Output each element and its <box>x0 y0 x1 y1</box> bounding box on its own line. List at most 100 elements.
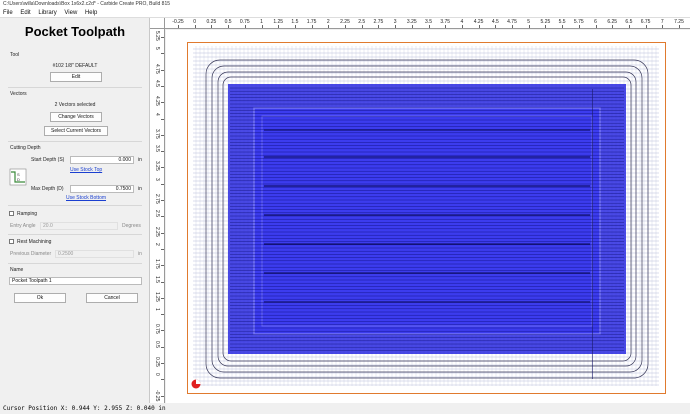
previous-diameter-unit: in <box>138 251 142 257</box>
entry-angle-label: Entry Angle <box>10 223 36 229</box>
ok-button[interactable]: Ok <box>14 293 66 303</box>
max-depth-label: Max Depth (D) <box>31 186 64 192</box>
origin-icon <box>191 379 201 390</box>
v-ruler-label: 5 <box>154 47 160 51</box>
toolpath-panel: Pocket Toolpath Tool #102 1/8" DEFAULT E… <box>0 18 150 403</box>
divider <box>8 234 142 235</box>
v-ruler-label: 1.5 <box>154 275 160 283</box>
menu-file[interactable]: File <box>0 9 16 18</box>
h-ruler-tick <box>495 25 497 28</box>
vectors-section-label: Vectors <box>10 91 27 97</box>
v-ruler-tick <box>161 118 164 120</box>
previous-diameter-input[interactable]: 0.2500 <box>55 250 134 258</box>
h-ruler-tick <box>562 25 564 28</box>
menu-help[interactable]: Help <box>82 9 100 18</box>
divider <box>8 205 142 206</box>
h-ruler-tick <box>545 25 547 28</box>
v-ruler-tick <box>161 281 164 283</box>
window-title: C:\Users\willa\Downloads\Box 1x6x2.c2d* … <box>0 0 690 9</box>
change-vectors-button[interactable]: Change Vectors <box>50 112 102 122</box>
h-ruler-tick <box>378 25 380 28</box>
h-ruler-tick <box>345 25 346 28</box>
v-ruler-tick <box>161 314 164 316</box>
h-ruler-tick <box>411 25 413 28</box>
menu-bar: File Edit Library View Help <box>0 9 690 18</box>
horizontal-ruler: -0.25 0 0.25 0.5 0.75 1 1.25 1.5 1.75 2 2.25 2.5 2.7… <box>165 18 690 29</box>
v-ruler-label: 3.5 <box>154 145 160 153</box>
ramping-label: Ramping <box>17 211 38 217</box>
v-ruler-tick <box>161 85 164 87</box>
h-ruler-tick <box>261 25 263 28</box>
ramping-checkbox[interactable] <box>9 211 14 216</box>
v-ruler-tick <box>161 200 164 201</box>
v-ruler-label: 1.75 <box>154 259 160 269</box>
start-depth-input[interactable]: 0.000 <box>70 156 134 164</box>
select-current-vectors-button[interactable]: Select Current Vectors <box>44 126 108 136</box>
menu-edit[interactable]: Edit <box>17 9 33 18</box>
divider <box>8 263 142 264</box>
menu-view[interactable]: View <box>61 9 80 18</box>
depth-diagram-icon: S D <box>9 168 27 186</box>
divider <box>8 87 142 88</box>
v-ruler-label: 1.25 <box>154 291 160 302</box>
h-ruler-tick <box>395 25 397 28</box>
entry-angle-unit: Degrees <box>122 223 141 229</box>
h-ruler-tick <box>211 25 213 28</box>
cancel-button[interactable]: Cancel <box>86 293 138 303</box>
v-ruler-tick <box>161 395 164 397</box>
depth-section-label: Cutting Depth <box>10 145 41 151</box>
v-ruler-tick <box>161 363 164 364</box>
h-ruler-tick <box>244 25 246 28</box>
status-bar: Cursor Position X: 0.944 Y: 2.955 Z: 0.0… <box>0 403 690 414</box>
h-ruler-tick <box>528 25 530 28</box>
v-ruler-label: 0.25 <box>154 357 160 367</box>
h-ruler-tick <box>445 25 447 28</box>
v-ruler-label: 1 <box>154 308 160 311</box>
h-ruler-tick <box>595 25 597 28</box>
v-ruler-label: 2.5 <box>154 210 160 218</box>
h-ruler-tick <box>645 25 647 28</box>
design-canvas[interactable] <box>166 30 690 403</box>
svg-text:D: D <box>17 177 20 182</box>
v-ruler-tick <box>161 216 164 218</box>
h-ruler-tick <box>278 25 280 28</box>
menu-library[interactable]: Library <box>35 9 59 18</box>
edit-tool-button[interactable]: Edit <box>50 72 102 82</box>
v-ruler-tick <box>161 330 164 332</box>
ruler-corner <box>150 18 165 29</box>
entry-angle-input[interactable]: 20.0 <box>40 222 118 230</box>
v-ruler-tick <box>161 379 164 381</box>
v-ruler-label: 2.25 <box>154 226 160 237</box>
toolpath-name-input[interactable]: Pocket Toolpath 1 <box>9 277 142 285</box>
v-ruler-label: 4.25 <box>154 96 160 106</box>
v-ruler-tick <box>161 232 164 234</box>
v-ruler-label: 3.25 <box>154 161 160 172</box>
v-ruler-label: 4.5 <box>154 79 160 87</box>
max-depth-input[interactable]: 0.7500 <box>70 185 134 193</box>
start-depth-unit: in <box>138 157 142 163</box>
v-ruler-tick <box>161 69 164 71</box>
app-window: C:\Users\willa\Downloads\Box 1x6x2.c2d* … <box>0 0 690 414</box>
h-ruler-tick <box>428 25 430 28</box>
rest-machining-label: Rest Machining <box>17 239 52 245</box>
v-ruler-label: 2.75 <box>154 194 160 204</box>
v-ruler-tick <box>161 297 164 299</box>
use-stock-bottom-link[interactable]: Use Stock Bottom <box>66 195 106 201</box>
v-ruler-label: 3.75 <box>154 128 160 139</box>
h-ruler-tick <box>178 25 179 28</box>
v-ruler-tick <box>161 151 164 153</box>
use-stock-top-link[interactable]: Use Stock Top <box>70 167 102 173</box>
v-ruler-tick <box>161 167 164 169</box>
v-ruler-label: 0.5 <box>154 340 160 348</box>
v-ruler-label: 0 <box>154 373 160 377</box>
v-ruler-tick <box>161 183 164 185</box>
rest-machining-checkbox[interactable] <box>9 239 14 244</box>
h-ruler-tick <box>512 25 513 28</box>
h-ruler-tick <box>578 25 580 28</box>
max-depth-unit: in <box>138 186 142 192</box>
v-ruler-tick <box>161 53 164 55</box>
h-ruler-tick <box>478 25 480 28</box>
h-ruler-tick <box>361 25 363 28</box>
v-ruler-label: 0.75 <box>154 324 160 335</box>
h-ruler-tick <box>194 25 196 28</box>
